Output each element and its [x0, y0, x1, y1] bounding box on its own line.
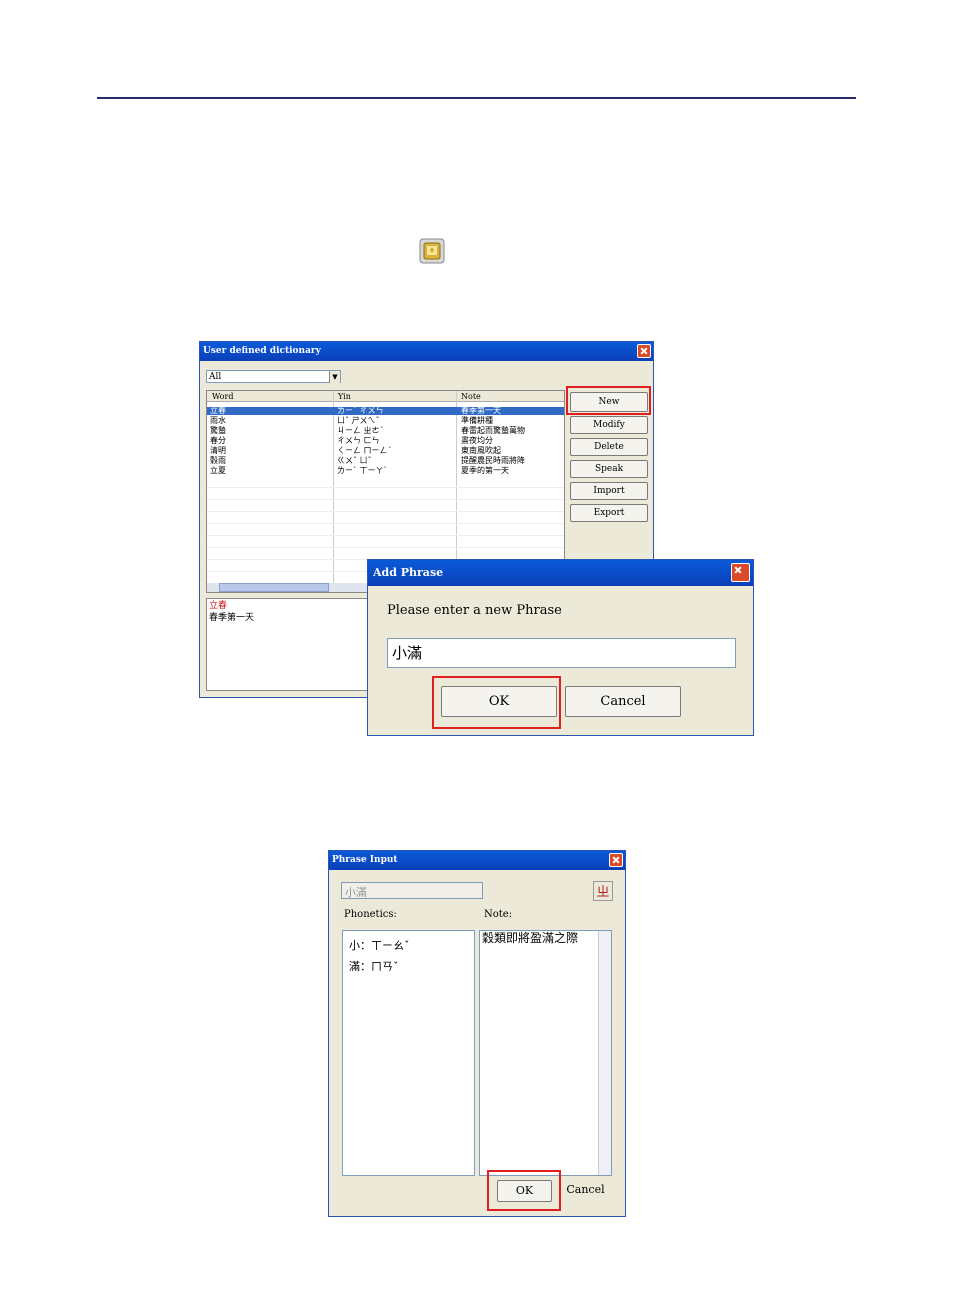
- modify-button-label: Modify: [593, 420, 625, 430]
- cancel-button-label: Cancel: [600, 694, 646, 709]
- row-note: 春季第一天: [461, 406, 501, 415]
- table-row[interactable]: 立春 ㄌㄧˋ ㄔㄨㄣ 春季第一天: [207, 407, 564, 415]
- row-note: 晝夜均分: [461, 436, 493, 445]
- row-word: 立春: [210, 406, 226, 415]
- row-yin: ㄩˇ ㄕㄨㄟˇ: [337, 416, 380, 425]
- table-row[interactable]: 穀雨 ㄍㄨˇ ㄩˇ 提醒農民時雨將降: [207, 457, 564, 465]
- phrase-input-title: Phrase Input: [332, 855, 398, 865]
- phonetic-entry: 滿：ㄇㄢˇ: [349, 960, 399, 973]
- import-button[interactable]: Import: [570, 482, 648, 500]
- grid-line: [207, 511, 564, 512]
- row-note: 提醒農民時雨將降: [461, 456, 525, 465]
- row-yin: ㄔㄨㄣ ㄈㄣ: [337, 436, 380, 445]
- dictionary-book-icon: [419, 238, 445, 264]
- top-rule: [97, 97, 856, 99]
- row-yin: ㄌㄧˋ ㄒㄧㄚˋ: [337, 466, 388, 475]
- modify-button[interactable]: Modify: [570, 416, 648, 434]
- note-vertical-scrollbar[interactable]: [598, 931, 611, 1175]
- grid-line: [207, 547, 564, 548]
- speak-phonetic-icon[interactable]: ㄓ: [593, 881, 613, 901]
- delete-button[interactable]: Delete: [570, 438, 648, 456]
- list-header: Word Yin Note: [207, 391, 564, 402]
- column-header-word[interactable]: Word: [212, 391, 233, 402]
- grid-line: [207, 499, 564, 500]
- close-icon[interactable]: [637, 344, 651, 358]
- export-button-label: Export: [593, 508, 625, 518]
- note-box[interactable]: 穀類即將盈滿之際: [479, 930, 612, 1176]
- grid-line: [207, 535, 564, 536]
- table-row[interactable]: 清明 ㄑㄧㄥ ㄇㄧㄥˊ 東南風吹起: [207, 447, 564, 455]
- row-word: 清明: [210, 446, 226, 455]
- import-button-label: Import: [593, 486, 625, 496]
- phrase-input-window: Phrase Input 小滿 ㄓ Phonetics: Note: 小：ㄒㄧㄠ…: [328, 850, 626, 1217]
- phrase-input-title-bar: Phrase Input: [329, 851, 625, 870]
- grid-line: [207, 487, 564, 488]
- speak-button-label: Speak: [594, 464, 624, 474]
- table-row[interactable]: 立夏 ㄌㄧˋ ㄒㄧㄚˋ 夏季的第一天: [207, 467, 564, 475]
- row-yin: ㄑㄧㄥ ㄇㄧㄥˊ: [337, 446, 392, 455]
- row-word: 穀雨: [210, 456, 226, 465]
- dictionary-title: User defined dictionary: [203, 346, 321, 356]
- note-text: 穀類即將盈滿之際: [482, 931, 579, 945]
- add-phrase-prompt: Please enter a new Phrase: [387, 603, 562, 618]
- close-icon[interactable]: [609, 853, 623, 867]
- export-button[interactable]: Export: [570, 504, 648, 522]
- preview-word: 立春: [209, 601, 228, 611]
- phonetic-entry: 小：ㄒㄧㄠˇ: [349, 939, 410, 952]
- ok-button-highlight: [432, 676, 561, 729]
- new-button-highlight: [566, 386, 651, 415]
- cancel-button[interactable]: Cancel: [565, 686, 681, 717]
- filter-value: All: [209, 372, 222, 382]
- row-yin: ㄐㄧㄥ ㄓㄜˊ: [337, 426, 384, 435]
- column-header-yin[interactable]: Yin: [338, 391, 351, 402]
- grid-line: [207, 523, 564, 524]
- table-row[interactable]: 春分 ㄔㄨㄣ ㄈㄣ 晝夜均分: [207, 437, 564, 445]
- row-word: 雨水: [210, 416, 226, 425]
- phrase-input[interactable]: 小滿: [387, 638, 736, 668]
- dictionary-title-bar: User defined dictionary: [200, 342, 653, 361]
- phrase-field-value: 小滿: [345, 886, 367, 899]
- ok-button-highlight: [487, 1170, 561, 1211]
- word-preview-pane: 立春 春季第一天: [206, 598, 368, 691]
- cancel-button-label: Cancel: [566, 1183, 605, 1196]
- row-word: 驚蟄: [210, 426, 226, 435]
- row-note: 東南風吹起: [461, 446, 501, 455]
- row-note: 準備耕種: [461, 416, 493, 425]
- add-phrase-title: Add Phrase: [373, 566, 444, 579]
- speak-button[interactable]: Speak: [570, 460, 648, 478]
- phonetics-label: Phonetics:: [344, 909, 397, 920]
- table-row[interactable]: 驚蟄 ㄐㄧㄥ ㄓㄜˊ 春雷起而驚蟄萬物: [207, 427, 564, 435]
- column-header-note[interactable]: Note: [461, 391, 481, 402]
- row-yin: ㄍㄨˇ ㄩˇ: [337, 456, 372, 465]
- dropdown-arrow-icon[interactable]: ▼: [329, 371, 340, 383]
- delete-button-label: Delete: [594, 442, 624, 452]
- phrase-input-value: 小滿: [392, 644, 423, 662]
- add-phrase-title-bar: Add Phrase: [368, 560, 753, 586]
- row-note: 春雷起而驚蟄萬物: [461, 426, 525, 435]
- preview-note: 春季第一天: [209, 613, 255, 623]
- row-note: 夏季的第一天: [461, 466, 509, 475]
- filter-dropdown[interactable]: All ▼: [206, 370, 341, 383]
- scrollbar-thumb[interactable]: [219, 583, 329, 592]
- row-yin: ㄌㄧˋ ㄔㄨㄣ: [337, 406, 384, 415]
- close-icon[interactable]: [731, 563, 750, 582]
- phrase-field[interactable]: 小滿: [341, 882, 483, 899]
- cancel-button[interactable]: Cancel: [559, 1180, 612, 1202]
- row-word: 春分: [210, 436, 226, 445]
- phonetics-box[interactable]: 小：ㄒㄧㄠˇ 滿：ㄇㄢˇ: [342, 930, 475, 1176]
- svg-text:ㄓ: ㄓ: [596, 885, 609, 900]
- table-row[interactable]: 雨水 ㄩˇ ㄕㄨㄟˇ 準備耕種: [207, 417, 564, 425]
- note-label: Note:: [484, 909, 513, 920]
- row-word: 立夏: [210, 466, 226, 475]
